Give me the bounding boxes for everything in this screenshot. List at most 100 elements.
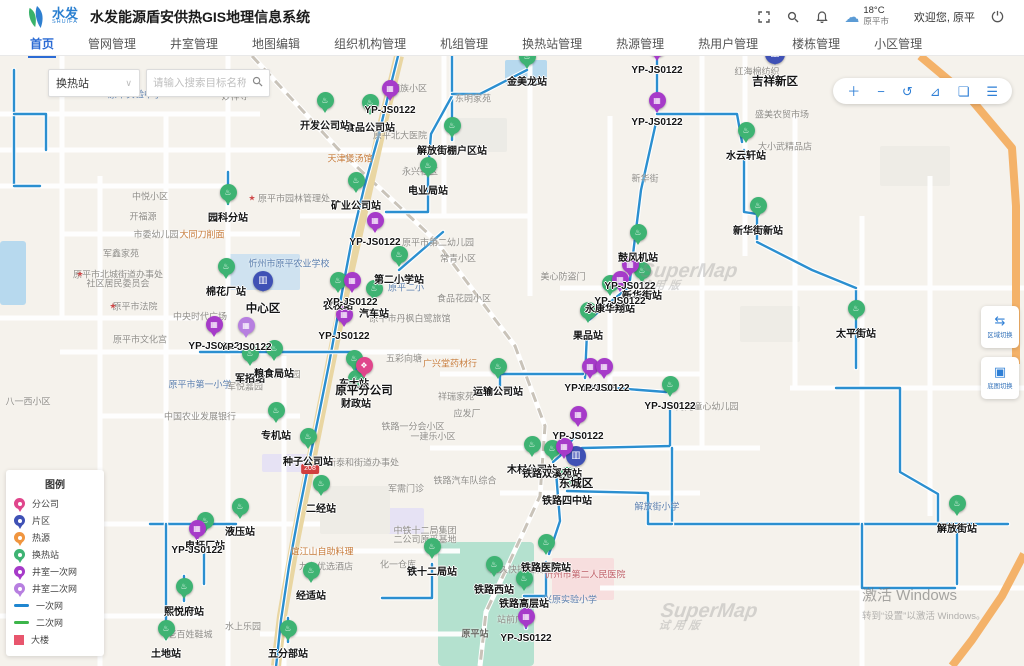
nav-tab-地图编辑[interactable]: 地图编辑: [250, 33, 302, 56]
map-poi-label: 食品花园小区: [437, 292, 491, 305]
well-secondary-marker[interactable]: ▦: [238, 317, 255, 334]
layer-list-button[interactable]: ☰: [986, 85, 998, 98]
station-marker[interactable]: ♨: [280, 620, 297, 637]
well-primary-marker[interactable]: ▦: [570, 406, 587, 423]
station-marker[interactable]: ♨: [220, 184, 237, 201]
map-poi-label: 常青小区: [440, 252, 476, 265]
nav-tab-首页[interactable]: 首页: [28, 33, 56, 58]
district-marker-label: 东城区: [511, 475, 641, 491]
well-primary-marker[interactable]: ▦: [367, 212, 384, 229]
station-marker[interactable]: ♨: [391, 246, 408, 263]
station-marker[interactable]: ♨: [232, 498, 249, 515]
station-marker[interactable]: ♨: [348, 172, 365, 189]
search-magnifier-icon[interactable]: [252, 74, 263, 92]
nav-tab-机组管理[interactable]: 机组管理: [438, 33, 490, 56]
reset-view-button[interactable]: ↺: [902, 85, 913, 98]
map-poi-label: 军鑫家苑: [103, 247, 139, 260]
station-marker-label: 铁路高层站: [459, 595, 589, 610]
search-input[interactable]: [147, 77, 252, 89]
nav-tab-楼栋管理[interactable]: 楼栋管理: [790, 33, 842, 56]
station-marker[interactable]: ♨: [158, 620, 175, 637]
zoom-out-button[interactable]: −: [877, 85, 885, 98]
legend-item: 一次网: [14, 597, 96, 614]
select-area-button[interactable]: ❏: [958, 85, 970, 98]
well-primary-marker-label: YP-JS0122: [592, 65, 722, 76]
legend-item: 片区: [14, 512, 96, 529]
map-poi-label: 铁路一分会小区: [381, 420, 444, 433]
legend-item: 二次网: [14, 614, 96, 631]
station-marker-label: 园科分站: [163, 209, 293, 224]
brand-name-en: SHUIFA: [52, 20, 78, 26]
map-poi-label: 新华街: [631, 172, 658, 185]
supermap-watermark: SuperMap 试用版: [658, 601, 759, 632]
legend-item: 井室二次网: [14, 580, 96, 597]
nav-tab-热源管理[interactable]: 热源管理: [614, 33, 666, 56]
gis-application: 水发 SHUIFA 水发能源盾安供热GIS地理信息系统 ☁ 18°: [0, 0, 1024, 666]
welcome-text: 欢迎您, 原平: [914, 9, 975, 25]
map-poi-label: 应发厂: [453, 407, 480, 420]
logout-icon[interactable]: [990, 10, 1004, 24]
region-switch-button[interactable]: ⇆ 区域切换: [981, 306, 1019, 348]
station-marker[interactable]: ♨: [490, 358, 507, 375]
station-marker-label: 液压站: [175, 523, 305, 538]
well-primary-marker[interactable]: ▦: [518, 608, 535, 625]
legend-label: 井室二次网: [32, 582, 77, 595]
station-marker[interactable]: ♨: [949, 495, 966, 512]
map-poi-label: 中国农业发展银行: [164, 410, 236, 423]
region-switch-icon: ⇆: [995, 314, 1006, 327]
station-marker-label: 种子公司站: [243, 453, 373, 468]
map-search-bar: 换热站 ∨: [48, 69, 270, 97]
nav-tab-组织机构管理[interactable]: 组织机构管理: [332, 33, 408, 56]
measure-button[interactable]: ⊿: [930, 85, 941, 98]
basemap-switch-icon: ▣: [994, 365, 1006, 378]
nav-tab-换热站管理[interactable]: 换热站管理: [520, 33, 584, 56]
map-canvas[interactable]: 原平实验中学妙祥寺回族小区东明家苑红海棉纺织盛美农贸市场大小武精品店原平北大医院…: [0, 56, 1024, 666]
nav-tab-热用户管理[interactable]: 热用户管理: [696, 33, 760, 56]
windows-activation-watermark: 激活 Windows 转到“设置”以激活 Windows。: [862, 584, 986, 622]
nav-tab-管网管理[interactable]: 管网管理: [86, 33, 138, 56]
search-category-select[interactable]: 换热站 ∨: [48, 69, 140, 97]
station-marker[interactable]: ♨: [750, 197, 767, 214]
app-header: 水发 SHUIFA 水发能源盾安供热GIS地理信息系统 ☁ 18°: [0, 0, 1024, 33]
well-primary-marker[interactable]: ▦: [596, 358, 613, 375]
region-switch-label: 区域切换: [987, 331, 1012, 340]
station-marker[interactable]: ♨: [303, 562, 320, 579]
station-marker[interactable]: ♨: [313, 475, 330, 492]
well-primary-marker[interactable]: ▦: [382, 80, 399, 97]
fullscreen-icon[interactable]: [757, 10, 771, 24]
station-marker[interactable]: ♨: [738, 122, 755, 139]
map-poi-label: 五彩向塘: [386, 352, 422, 365]
bell-icon[interactable]: [815, 10, 829, 24]
well-primary-marker-label: YP-JS0122: [287, 297, 417, 308]
station-marker[interactable]: ♨: [176, 578, 193, 595]
branch-marker[interactable]: ❖: [356, 357, 373, 374]
station-marker[interactable]: ♨: [630, 224, 647, 241]
station-marker[interactable]: ♨: [538, 534, 555, 551]
well-primary-marker-label: YP-JS0122: [539, 383, 669, 394]
nav-tab-小区管理[interactable]: 小区管理: [872, 33, 924, 56]
station-marker-label: 五分部站: [223, 645, 353, 660]
legend-pin-icon: [14, 498, 25, 509]
station-marker-label: 铁路四中站: [502, 492, 632, 507]
station-marker-label: 第二小学站: [334, 271, 464, 286]
well-primary-marker-label: YP-JS0122: [513, 431, 643, 442]
station-marker[interactable]: ♨: [424, 538, 441, 555]
legend-item: 热源: [14, 529, 96, 546]
legend-pin-icon: [14, 583, 25, 594]
station-marker-label: YP-JS0122: [605, 401, 735, 412]
well-primary-marker[interactable]: ▦: [206, 316, 223, 333]
legend-line-icon: [14, 604, 29, 607]
supermap-watermark: SuperMap 试用版: [638, 261, 739, 292]
map-poi-label: 八一西小区: [5, 395, 50, 408]
station-marker[interactable]: ♨: [420, 157, 437, 174]
station-marker[interactable]: ♨: [268, 402, 285, 419]
zoom-in-button[interactable]: ＋: [847, 85, 860, 98]
search-icon[interactable]: [786, 10, 800, 24]
well-primary-marker[interactable]: ▦: [649, 92, 666, 109]
nav-tab-井室管理[interactable]: 井室管理: [168, 33, 220, 56]
station-marker[interactable]: ♨: [218, 258, 235, 275]
station-marker[interactable]: ♨: [444, 117, 461, 134]
station-marker[interactable]: ♨: [848, 300, 865, 317]
station-marker-label: 二经站: [256, 500, 386, 515]
basemap-switch-button[interactable]: ▣底图切换: [981, 357, 1019, 399]
